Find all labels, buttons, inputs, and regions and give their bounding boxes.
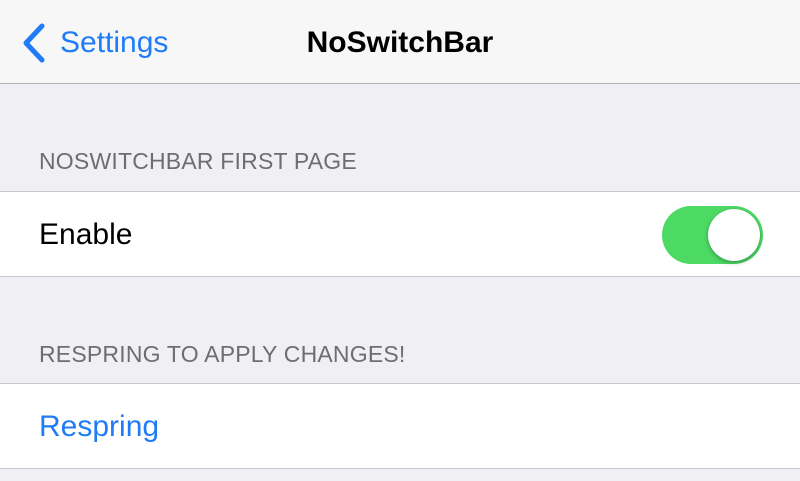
page-title: NoSwitchBar xyxy=(306,26,494,59)
toggle-knob xyxy=(708,209,760,261)
section-header-respring: RESPRING TO APPLY CHANGES! xyxy=(39,341,406,367)
enable-toggle[interactable] xyxy=(662,206,763,264)
respring-button[interactable]: Respring xyxy=(39,409,159,445)
section-header-first-page: NOSWITCHBAR FIRST PAGE xyxy=(39,148,357,174)
navigation-bar: Settings NoSwitchBar xyxy=(0,0,800,84)
enable-cell: Enable xyxy=(0,191,800,277)
enable-label: Enable xyxy=(39,218,133,251)
respring-cell[interactable]: Respring xyxy=(0,383,800,469)
